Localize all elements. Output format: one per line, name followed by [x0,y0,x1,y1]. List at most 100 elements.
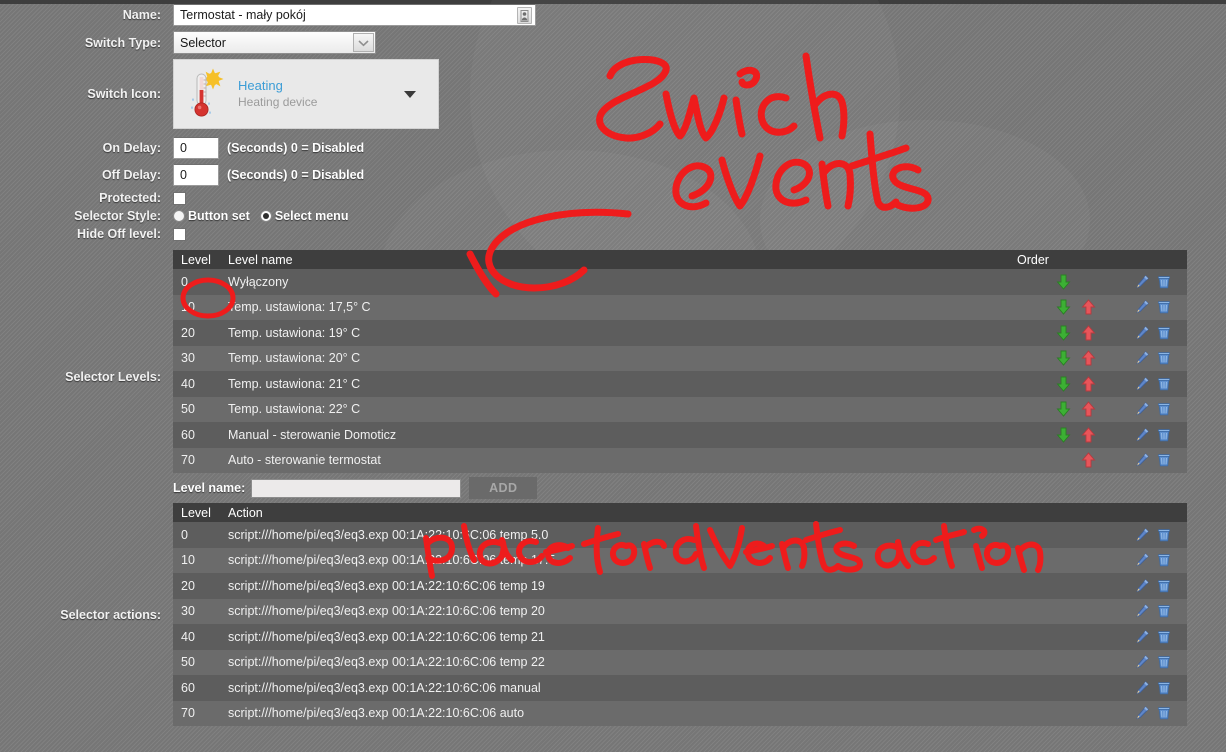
cell-order [1017,269,1127,295]
move-up-slot[interactable] [1081,299,1096,315]
trash-icon[interactable] [1157,528,1171,542]
trash-icon[interactable] [1157,630,1171,644]
move-down-slot[interactable] [1056,350,1071,366]
arrow-down-icon[interactable] [1056,274,1071,290]
move-up-slot[interactable] [1081,401,1096,417]
pencil-icon[interactable] [1135,428,1149,442]
arrow-down-icon[interactable] [1056,350,1071,366]
move-up-slot[interactable] [1081,427,1096,443]
table-row[interactable]: 40 Temp. ustawiona: 21° C [173,371,1187,397]
table-row[interactable]: 40 script:///home/pi/eq3/eq3.exp 00:1A:22… [173,624,1187,650]
trash-icon[interactable] [1157,377,1171,391]
protected-checkbox[interactable] [173,191,186,205]
table-row[interactable]: 60 Manual - sterowanie Domoticz [173,422,1187,448]
move-down-slot[interactable] [1056,299,1071,315]
pencil-icon[interactable] [1135,604,1149,618]
selector-actions-table: Level Action 0 script:///home/pi/eq3/eq3.… [173,503,1187,726]
pencil-icon[interactable] [1135,706,1149,720]
table-row[interactable]: 60 script:///home/pi/eq3/eq3.exp 00:1A:22… [173,675,1187,701]
arrow-up-icon[interactable] [1081,376,1096,392]
move-down-slot[interactable] [1056,325,1071,341]
pencil-icon[interactable] [1135,681,1149,695]
trash-icon[interactable] [1157,579,1171,593]
arrow-up-icon[interactable] [1081,452,1096,468]
cell-level: 70 [173,447,220,473]
table-header-row: Level Level name Order [173,250,1187,269]
cell-level: 50 [173,396,220,422]
arrow-up-icon[interactable] [1081,299,1096,315]
pencil-icon[interactable] [1135,579,1149,593]
radio-select-menu[interactable] [259,210,272,222]
radio-button-set[interactable] [173,210,185,222]
table-row[interactable]: 0 script:///home/pi/eq3/eq3.exp 00:1A:22:… [173,522,1187,548]
move-up-slot[interactable] [1081,452,1096,468]
trash-icon[interactable] [1157,300,1171,314]
hide-off-level-checkbox[interactable] [173,227,186,241]
trash-icon[interactable] [1157,604,1171,618]
table-row[interactable]: 10 Temp. ustawiona: 17,5° C [173,294,1187,320]
arrow-up-icon[interactable] [1081,427,1096,443]
table-row[interactable]: 20 script:///home/pi/eq3/eq3.exp 00:1A:22… [173,573,1187,599]
table-row[interactable]: 50 Temp. ustawiona: 22° C [173,396,1187,422]
trash-icon[interactable] [1157,655,1171,669]
move-down-slot[interactable] [1056,427,1071,443]
arrow-down-icon[interactable] [1056,325,1071,341]
pencil-icon[interactable] [1135,655,1149,669]
pencil-icon[interactable] [1135,300,1149,314]
move-up-slot[interactable] [1081,376,1096,392]
trash-icon[interactable] [1157,351,1171,365]
table-row[interactable]: 0 Wyłączony [173,269,1187,295]
on-delay-label: On Delay: [102,141,161,155]
pencil-icon[interactable] [1135,528,1149,542]
arrow-up-icon[interactable] [1081,401,1096,417]
switch-type-select[interactable]: Selector [173,31,376,54]
trash-icon[interactable] [1157,453,1171,467]
table-row[interactable]: 30 script:///home/pi/eq3/eq3.exp 00:1A:22… [173,598,1187,624]
trash-icon[interactable] [1157,428,1171,442]
on-delay-input[interactable] [173,137,219,159]
table-row[interactable]: 10 script:///home/pi/eq3/eq3.exp 00:1A:22… [173,547,1187,573]
add-level-input[interactable] [251,478,462,498]
switch-icon-picker[interactable]: Heating Heating device [173,59,439,129]
trash-icon[interactable] [1157,402,1171,416]
selector-levels-block: Selector Levels: Level Level name Order … [0,250,1226,503]
chevron-down-icon[interactable] [353,33,374,52]
move-down-slot[interactable] [1056,274,1071,290]
pencil-icon[interactable] [1135,377,1149,391]
pencil-icon[interactable] [1135,453,1149,467]
arrow-up-icon[interactable] [1081,350,1096,366]
arrow-down-icon[interactable] [1056,376,1071,392]
off-delay-input[interactable] [173,164,219,186]
move-down-slot[interactable] [1056,376,1071,392]
trash-icon[interactable] [1157,326,1171,340]
add-level-button[interactable]: ADD [469,477,538,499]
cell-level: 0 [173,522,220,548]
pencil-icon[interactable] [1135,326,1149,340]
move-down-slot[interactable] [1056,401,1071,417]
pencil-icon[interactable] [1135,275,1149,289]
arrow-down-icon[interactable] [1056,299,1071,315]
table-row[interactable]: 20 Temp. ustawiona: 19° C [173,320,1187,346]
trash-icon[interactable] [1157,681,1171,695]
cell-tools [1127,447,1187,473]
move-up-slot[interactable] [1081,350,1096,366]
trash-icon[interactable] [1157,553,1171,567]
name-input[interactable] [173,4,536,26]
pencil-icon[interactable] [1135,351,1149,365]
form-autofill-icon[interactable] [517,7,532,24]
trash-icon[interactable] [1157,275,1171,289]
arrow-up-icon[interactable] [1081,325,1096,341]
pencil-icon[interactable] [1135,630,1149,644]
col-header-tools [1127,250,1187,269]
table-row[interactable]: 50 script:///home/pi/eq3/eq3.exp 00:1A:22… [173,649,1187,675]
table-row[interactable]: 70 Auto - sterowanie termostat [173,447,1187,473]
arrow-down-icon[interactable] [1056,427,1071,443]
table-row[interactable]: 30 Temp. ustawiona: 20° C [173,345,1187,371]
pencil-icon[interactable] [1135,402,1149,416]
arrow-down-icon[interactable] [1056,401,1071,417]
caret-down-icon[interactable] [404,91,416,98]
move-up-slot[interactable] [1081,325,1096,341]
table-row[interactable]: 70 script:///home/pi/eq3/eq3.exp 00:1A:22… [173,700,1187,726]
pencil-icon[interactable] [1135,553,1149,567]
trash-icon[interactable] [1157,706,1171,720]
